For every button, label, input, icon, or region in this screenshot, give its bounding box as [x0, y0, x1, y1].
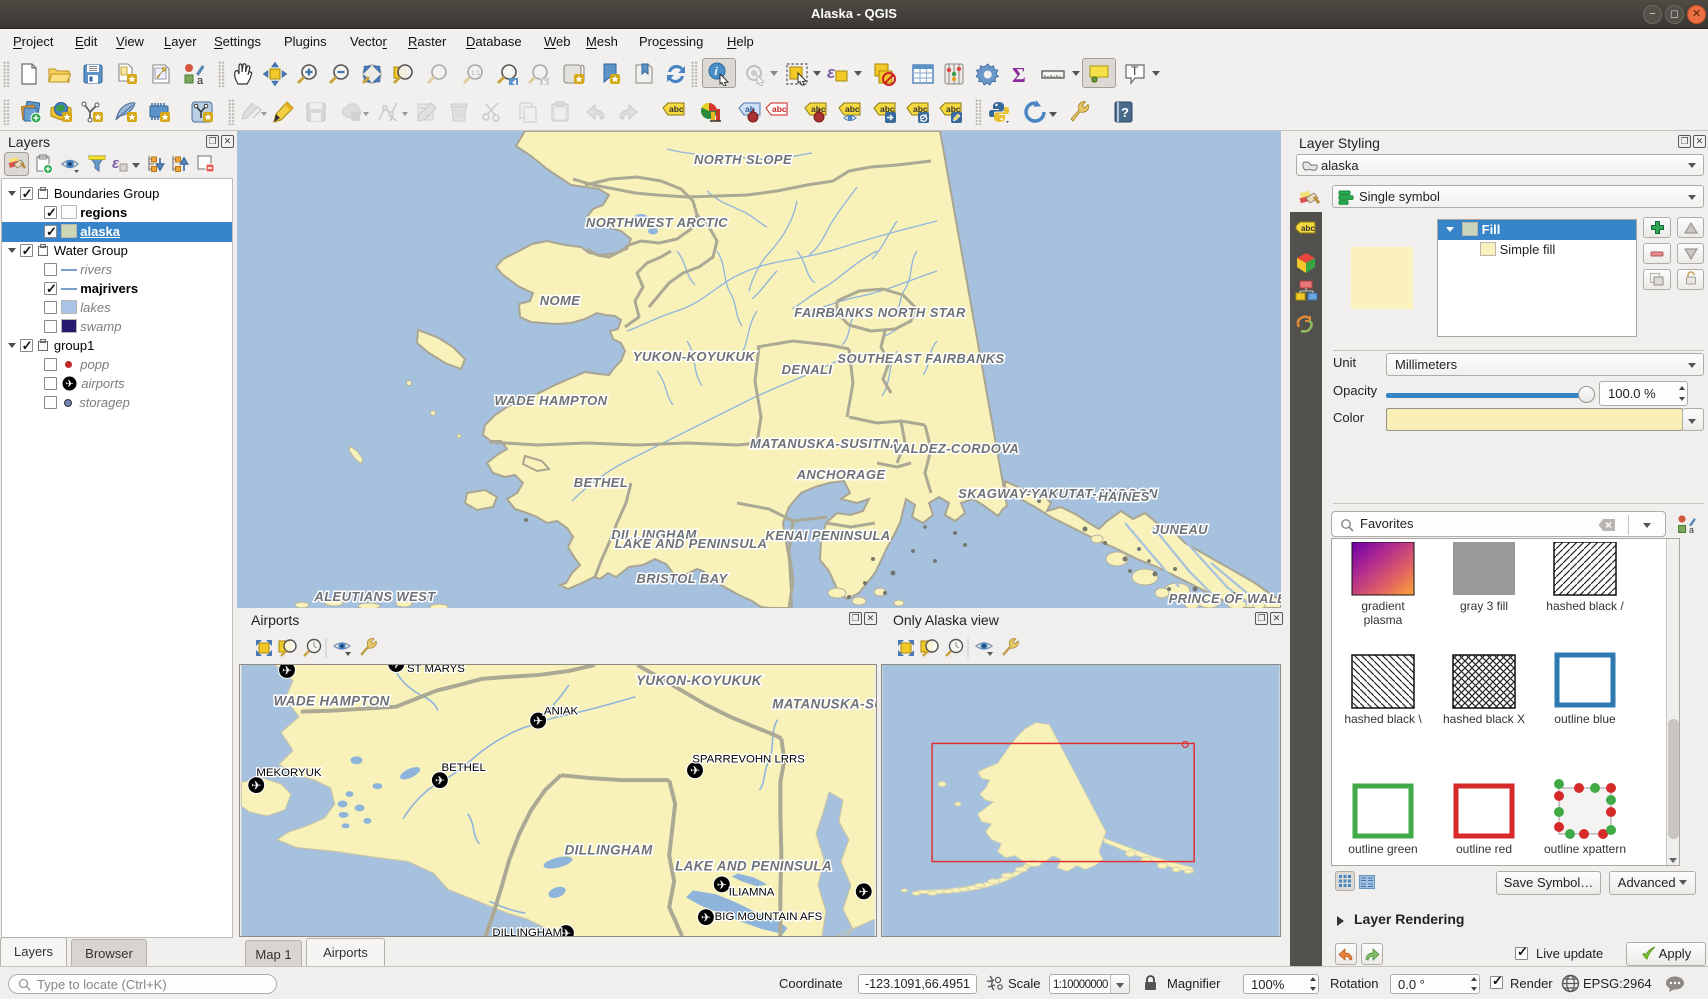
svg-text:ANIAK: ANIAK: [544, 706, 579, 718]
svg-text:✈: ✈: [435, 774, 445, 788]
svg-text:MATANUSKA-SUS: MATANUSKA-SUS: [772, 697, 877, 712]
svg-text:ST MARYS: ST MARYS: [407, 664, 465, 675]
svg-text:DILLINGHAM: DILLINGHAM: [492, 927, 562, 937]
svg-text:✈: ✈: [282, 664, 292, 677]
svg-text:KENAI PENINSULA: KENAI PENINSULA: [765, 528, 890, 543]
svg-text:NORTHWEST ARCTIC: NORTHWEST ARCTIC: [586, 215, 728, 230]
svg-text:✈: ✈: [391, 664, 401, 671]
svg-text:BRISTOL BAY: BRISTOL BAY: [636, 571, 728, 586]
svg-text:VALDEZ-CORDOVA: VALDEZ-CORDOVA: [893, 441, 1019, 456]
svg-text:BETHEL: BETHEL: [442, 762, 486, 774]
svg-text:ANCHORAGE: ANCHORAGE: [796, 467, 886, 482]
svg-text:hashed black X: hashed black X: [1443, 712, 1525, 726]
svg-text:ε: ε: [827, 63, 836, 82]
svg-text:BIG MOUNTAIN AFS: BIG MOUNTAIN AFS: [715, 911, 823, 923]
svg-text:MEKORYUK: MEKORYUK: [256, 767, 321, 779]
svg-text:MATANUSKA-SUSITNA: MATANUSKA-SUSITNA: [750, 436, 900, 451]
svg-text:Σ: Σ: [1012, 63, 1026, 86]
svg-text:SPARREVOHN LRRS: SPARREVOHN LRRS: [692, 753, 805, 765]
svg-text:1:1: 1:1: [471, 70, 480, 77]
svg-text:✈: ✈: [251, 779, 261, 793]
svg-text:?: ?: [1121, 105, 1129, 120]
svg-text:outline xpattern: outline xpattern: [1544, 842, 1626, 856]
svg-text:NORTH SLOPE: NORTH SLOPE: [694, 152, 792, 167]
svg-text:ILIAMNA: ILIAMNA: [729, 886, 775, 898]
svg-text:abc: abc: [1301, 224, 1315, 233]
svg-text:a: a: [197, 75, 204, 86]
svg-text:outline blue: outline blue: [1554, 712, 1616, 726]
svg-text:ε: ε: [112, 155, 120, 172]
svg-text:abc: abc: [845, 104, 860, 114]
svg-text:outline green: outline green: [1348, 842, 1417, 856]
svg-text:✈: ✈: [701, 911, 711, 925]
svg-text:abc: abc: [772, 104, 787, 114]
svg-text:plasma: plasma: [1364, 613, 1403, 627]
svg-text:abc: abc: [669, 104, 684, 114]
svg-text:YUKON-KOYUKUK: YUKON-KOYUKUK: [633, 349, 756, 364]
svg-text:gray 3 fill: gray 3 fill: [1460, 599, 1508, 613]
svg-text:✈: ✈: [859, 885, 869, 899]
svg-text:LAKE AND PENINSULA: LAKE AND PENINSULA: [615, 536, 768, 551]
svg-text:gradient: gradient: [1361, 599, 1405, 613]
svg-text:LAKE AND PENINSULA: LAKE AND PENINSULA: [675, 858, 832, 873]
svg-text:✈: ✈: [533, 714, 543, 728]
svg-text:WADE HAMPTON: WADE HAMPTON: [274, 694, 390, 709]
svg-text:ALEUTIANS WEST: ALEUTIANS WEST: [313, 589, 436, 604]
svg-text:✈: ✈: [65, 379, 73, 390]
svg-text:WADE HAMPTON: WADE HAMPTON: [495, 393, 608, 408]
svg-text:outline red: outline red: [1456, 842, 1512, 856]
svg-text:hashed black /: hashed black /: [1546, 599, 1624, 613]
svg-text:FAIRBANKS NORTH STAR: FAIRBANKS NORTH STAR: [794, 305, 966, 320]
svg-text:DILLINGHAM: DILLINGHAM: [565, 843, 653, 858]
svg-text:T: T: [1131, 64, 1139, 78]
svg-text:YUKON-KOYUKUK: YUKON-KOYUKUK: [636, 673, 763, 688]
svg-text:JUNEAU: JUNEAU: [1152, 522, 1208, 537]
svg-text:hashed black \: hashed black \: [1344, 712, 1422, 726]
svg-text:✈: ✈: [690, 764, 700, 778]
svg-text:PRINCE OF WALES: PRINCE OF WALES: [1169, 591, 1281, 606]
svg-text:✈: ✈: [561, 926, 571, 937]
svg-text:NOME: NOME: [540, 293, 581, 308]
svg-text:BETHEL: BETHEL: [574, 475, 628, 490]
svg-text:✈: ✈: [717, 878, 727, 892]
svg-text:a: a: [1689, 525, 1694, 534]
svg-text:SOUTHEAST FAIRBANKS: SOUTHEAST FAIRBANKS: [837, 351, 1004, 366]
svg-text:HAINES: HAINES: [1098, 489, 1150, 504]
svg-text:DENALI: DENALI: [782, 362, 833, 377]
